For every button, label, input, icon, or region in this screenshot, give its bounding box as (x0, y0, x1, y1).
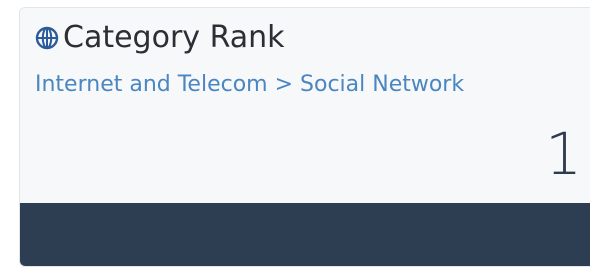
card-footer-bar (20, 203, 590, 266)
category-rank-card: Category Rank Internet and Telecom > Soc… (19, 7, 590, 267)
card-header: Category Rank (35, 20, 285, 55)
category-link[interactable]: Internet and Telecom > Social Network (35, 72, 464, 97)
globe-icon (35, 26, 59, 50)
rank-value: 1 (545, 120, 582, 188)
card-title: Category Rank (63, 20, 285, 55)
